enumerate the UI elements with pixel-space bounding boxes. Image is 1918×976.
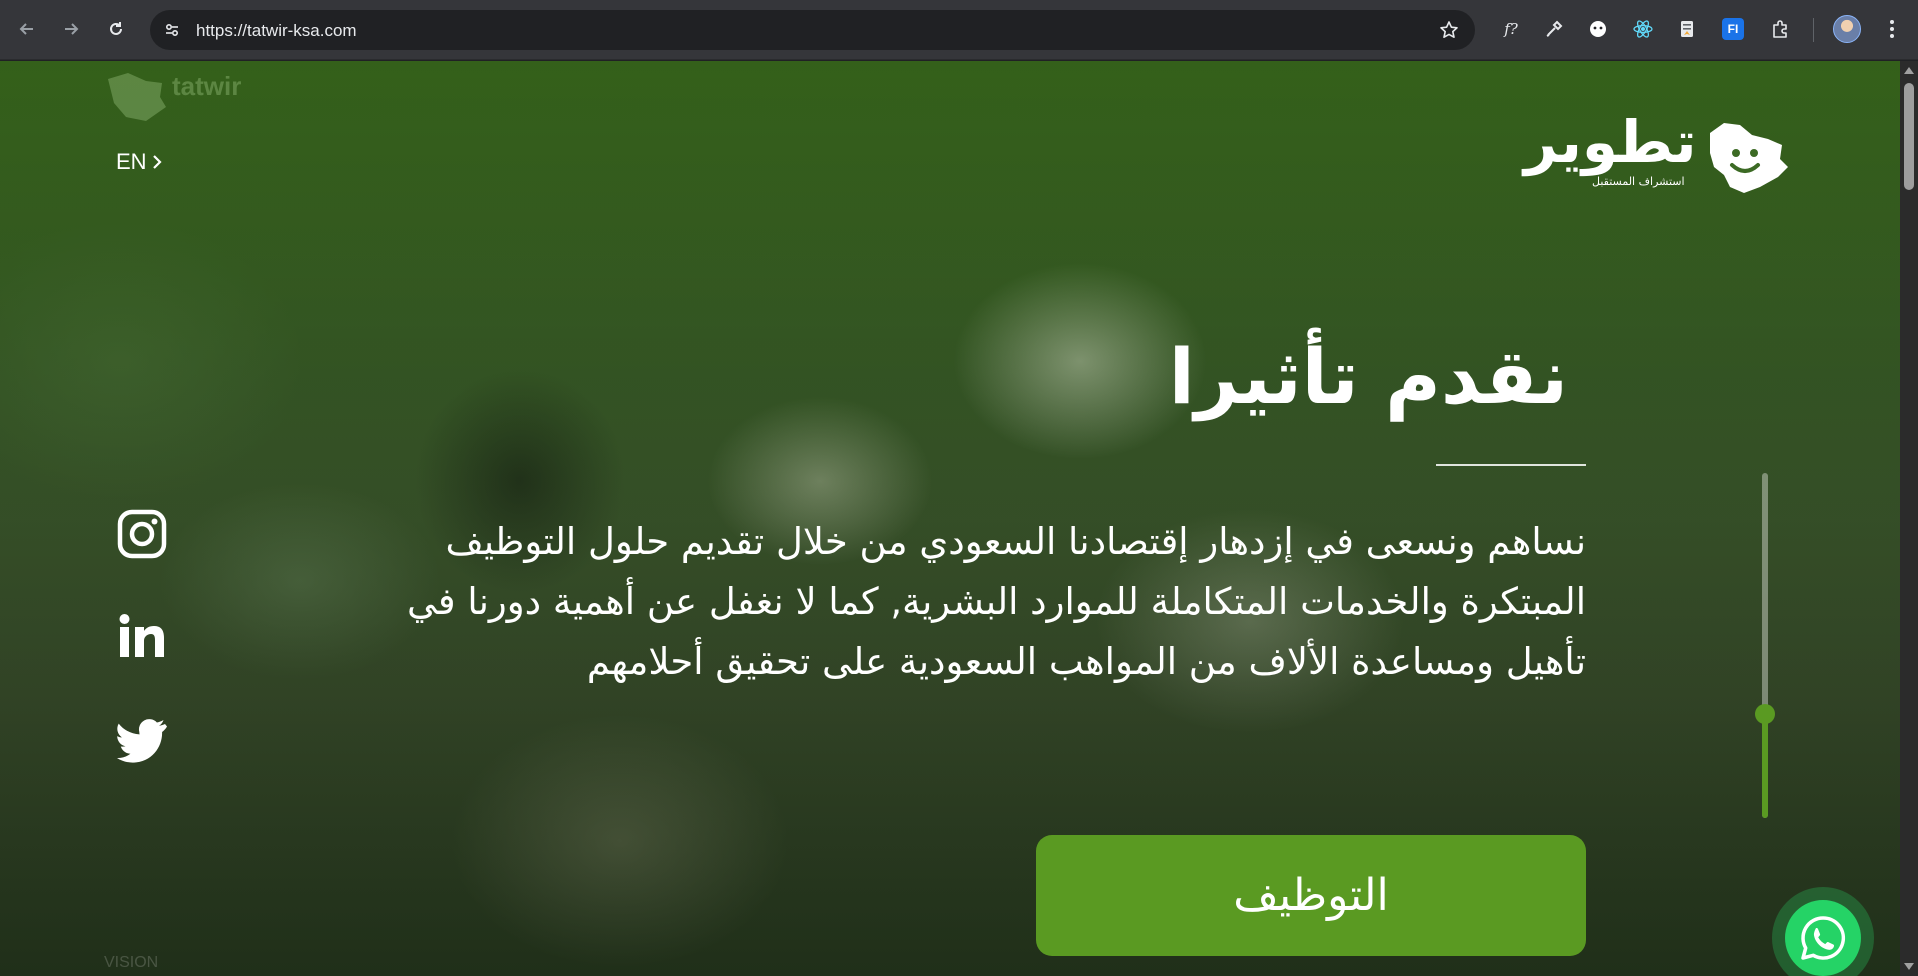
forward-button[interactable] [56,14,86,44]
face-icon [1590,21,1606,37]
bookmark-doc-extension-button[interactable] [1674,16,1700,42]
eyedropper-icon [1546,20,1563,37]
fx-extension-button[interactable]: f? [1498,16,1524,42]
saudi-map-logo-icon [1710,123,1788,193]
scroll-down-arrow-icon[interactable] [1904,963,1914,970]
language-label: EN [116,149,147,174]
fi-icon: FI [1722,18,1744,40]
react-icon [1633,20,1653,38]
eyedropper-extension-button[interactable] [1541,16,1567,42]
address-bar[interactable]: https://tatwir-ksa.com [150,10,1475,50]
toolbar-separator [1813,18,1814,42]
forward-arrow-icon [65,23,79,35]
twitter-icon [117,719,167,763]
title-divider [1436,464,1586,466]
fi-extension-button[interactable]: FI [1720,16,1746,42]
extensions-menu-button[interactable] [1767,16,1793,42]
language-switch-link[interactable]: EN [116,149,163,175]
page-viewport: tatwir EN تطوير استشراف المستقبل نقدم تأ… [0,61,1900,976]
bookmark-star-button[interactable] [1435,16,1463,44]
menu-dot [1890,34,1894,38]
browser-toolbar: https://tatwir-ksa.com f? FI [0,0,1918,60]
hero-title: نقدم تأثيرا [1168,332,1568,421]
back-arrow-icon [19,23,33,35]
whatsapp-chat-button[interactable] [1772,887,1874,976]
site-info-button[interactable] [158,16,186,44]
scroll-up-arrow-icon[interactable] [1904,67,1914,74]
react-devtools-button[interactable] [1630,16,1656,42]
instagram-link[interactable] [116,508,168,560]
scroll-thumb[interactable] [1904,83,1914,190]
recruitment-button[interactable]: التوظيف [1036,835,1586,956]
section-slider-fill [1762,716,1768,818]
site-logo[interactable]: تطوير استشراف المستقبل [1524,113,1788,195]
logo-tagline: استشراف المستقبل [1592,175,1685,188]
whatsapp-icon [1801,916,1846,960]
logo-wordmark: تطوير [1524,108,1697,176]
linkedin-link[interactable] [116,610,168,662]
star-icon [1440,21,1458,38]
twitter-link[interactable] [116,715,168,767]
watermark-map-icon [108,73,166,121]
page-scrollbar[interactable] [1900,61,1918,976]
url-text[interactable]: https://tatwir-ksa.com [196,21,357,41]
reload-button[interactable] [101,14,131,44]
face-extension-button[interactable] [1585,16,1611,42]
vision-watermark: VISION [104,954,159,971]
hero-description: نساهم ونسعى في إزدهار إقتصادنا السعودي م… [407,520,1586,683]
profile-avatar[interactable] [1833,15,1861,43]
menu-dot [1890,20,1894,24]
tune-icon [165,23,179,37]
browser-menu-button[interactable] [1881,14,1903,44]
video-watermark: tatwir [100,69,280,133]
chevron-right-icon [152,155,162,169]
reload-icon [110,22,122,35]
puzzle-icon [1773,20,1787,38]
linkedin-icon [119,614,164,657]
bookmark-doc-icon [1681,21,1693,37]
fx-icon: f? [1504,20,1518,38]
menu-dot [1890,27,1894,31]
watermark-text: tatwir [172,71,242,101]
instagram-icon [117,509,167,559]
section-slider-knob[interactable] [1755,704,1775,724]
whatsapp-badge [1785,900,1861,976]
back-button[interactable] [12,14,42,44]
